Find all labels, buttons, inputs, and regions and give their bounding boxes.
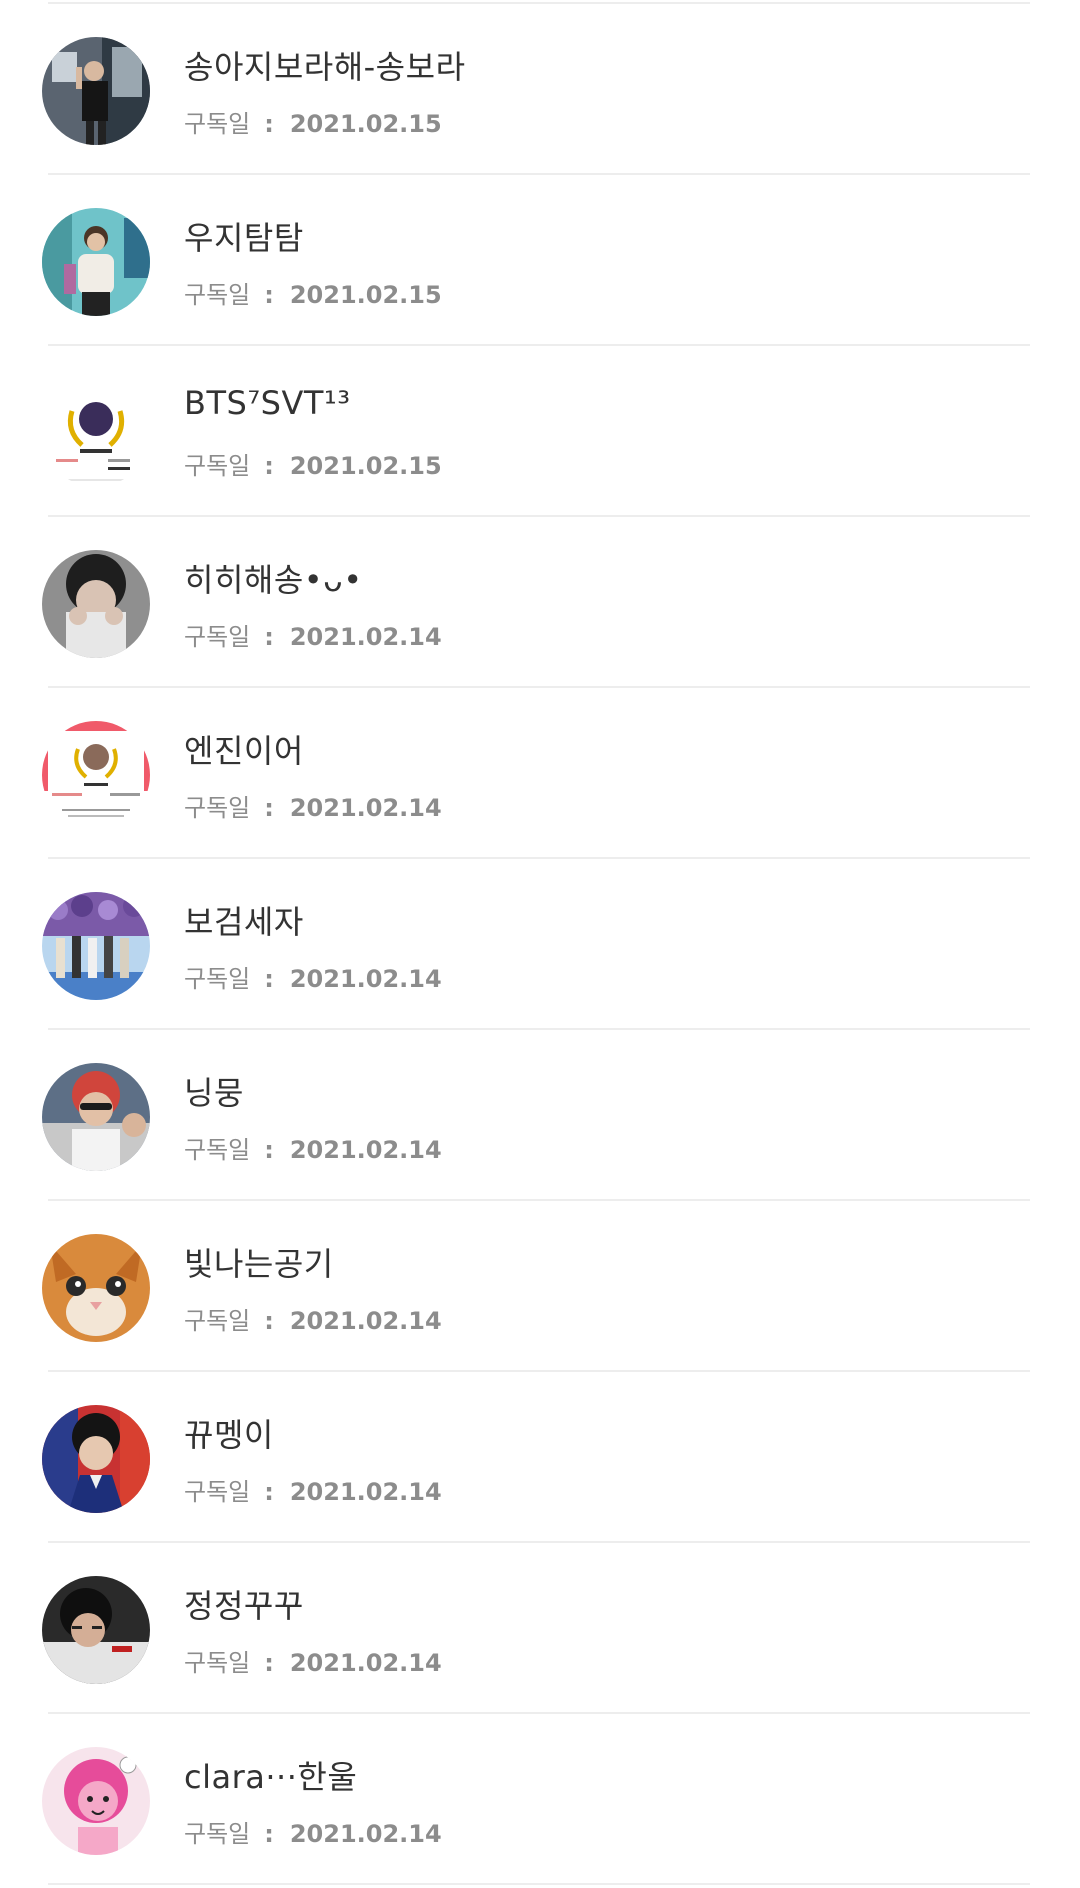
- subscribe-date: 구독일:2021.02.14: [184, 1649, 442, 1677]
- subscribe-date-label: 구독일: [184, 623, 251, 651]
- subscriber-row[interactable]: 뀨멩이 구독일:2021.02.14: [0, 1372, 1080, 1543]
- subscriber-name[interactable]: 엔진이어: [184, 726, 304, 772]
- subscribe-date-value: 2021.02.15: [289, 110, 442, 138]
- subscribe-date: 구독일:2021.02.14: [184, 1307, 442, 1335]
- subscribe-date: 구독일:2021.02.14: [184, 1820, 442, 1848]
- subscriber-name[interactable]: 송아지보라해-송보라: [184, 42, 466, 88]
- subscribe-date: 구독일:2021.02.15: [184, 110, 442, 138]
- avatar[interactable]: [42, 1576, 150, 1684]
- subscriber-name[interactable]: 닝뭉: [184, 1068, 244, 1114]
- subscriber-row[interactable]: 빛나는공기 구독일:2021.02.14: [0, 1201, 1080, 1372]
- subscriber-row[interactable]: 엔진이어 구독일:2021.02.14: [0, 688, 1080, 859]
- subscribe-date-label: 구독일: [184, 965, 251, 993]
- subscribe-date-label: 구독일: [184, 1820, 251, 1848]
- subscribe-date-label: 구독일: [184, 281, 251, 309]
- subscribe-date-label: 구독일: [184, 1478, 251, 1506]
- avatar[interactable]: [42, 1063, 150, 1171]
- subscriber-row[interactable]: 우지탐탐 구독일:2021.02.15: [0, 175, 1080, 346]
- subscriber-name[interactable]: 정정꾸꾸: [184, 1581, 304, 1627]
- subscribe-date-value: 2021.02.14: [289, 1649, 442, 1677]
- avatar[interactable]: [42, 550, 150, 658]
- subscribe-date-label: 구독일: [184, 1136, 251, 1164]
- subscribe-date: 구독일:2021.02.15: [184, 452, 442, 480]
- subscribe-date-label: 구독일: [184, 110, 251, 138]
- subscribe-date-label: 구독일: [184, 794, 251, 822]
- subscriber-name[interactable]: 보검세자: [184, 897, 304, 943]
- avatar[interactable]: [42, 1747, 150, 1855]
- subscriber-row[interactable]: BTS⁷SVT¹³ 구독일:2021.02.15: [0, 346, 1080, 517]
- subscriber-row[interactable]: 닝뭉 구독일:2021.02.14: [0, 1030, 1080, 1201]
- subscribe-date-value: 2021.02.14: [289, 1136, 442, 1164]
- list-divider: [48, 1883, 1030, 1885]
- avatar[interactable]: [42, 1234, 150, 1342]
- avatar[interactable]: [42, 892, 150, 1000]
- subscribe-date-label: 구독일: [184, 1307, 251, 1335]
- subscriber-name[interactable]: 히히해송•ᴗ•: [184, 555, 363, 601]
- subscribe-date: 구독일:2021.02.14: [184, 1136, 442, 1164]
- subscribe-date-value: 2021.02.15: [289, 452, 442, 480]
- subscribe-date: 구독일:2021.02.14: [184, 794, 442, 822]
- subscribe-date-value: 2021.02.14: [289, 1820, 442, 1848]
- avatar[interactable]: [42, 1405, 150, 1513]
- subscribe-date-value: 2021.02.15: [289, 281, 442, 309]
- subscribe-date-label: 구독일: [184, 452, 251, 480]
- subscribe-date: 구독일:2021.02.14: [184, 965, 442, 993]
- subscribe-date: 구독일:2021.02.15: [184, 281, 442, 309]
- subscribe-date-value: 2021.02.14: [289, 965, 442, 993]
- subscriber-name[interactable]: 우지탐탐: [184, 213, 304, 259]
- subscriber-name[interactable]: clara···한울: [184, 1752, 357, 1798]
- subscribe-date-value: 2021.02.14: [289, 1478, 442, 1506]
- subscribe-date-value: 2021.02.14: [289, 794, 442, 822]
- subscribe-date-value: 2021.02.14: [289, 1307, 442, 1335]
- subscribe-date-label: 구독일: [184, 1649, 251, 1677]
- avatar[interactable]: [42, 37, 150, 145]
- subscriber-name[interactable]: 빛나는공기: [184, 1239, 334, 1285]
- subscriber-name[interactable]: BTS⁷SVT¹³: [184, 384, 351, 422]
- subscriber-row[interactable]: 히히해송•ᴗ• 구독일:2021.02.14: [0, 517, 1080, 688]
- subscriber-row[interactable]: 정정꾸꾸 구독일:2021.02.14: [0, 1543, 1080, 1714]
- subscribe-date: 구독일:2021.02.14: [184, 623, 442, 651]
- subscribe-date: 구독일:2021.02.14: [184, 1478, 442, 1506]
- subscriber-row[interactable]: 보검세자 구독일:2021.02.14: [0, 859, 1080, 1030]
- avatar[interactable]: [42, 208, 150, 316]
- subscriber-name[interactable]: 뀨멩이: [184, 1410, 274, 1456]
- subscriber-row[interactable]: 송아지보라해-송보라 구독일:2021.02.15: [0, 4, 1080, 175]
- avatar[interactable]: [42, 379, 150, 487]
- subscribe-date-value: 2021.02.14: [289, 623, 442, 651]
- subscriber-row[interactable]: clara···한울 구독일:2021.02.14: [0, 1714, 1080, 1885]
- avatar[interactable]: [42, 721, 150, 829]
